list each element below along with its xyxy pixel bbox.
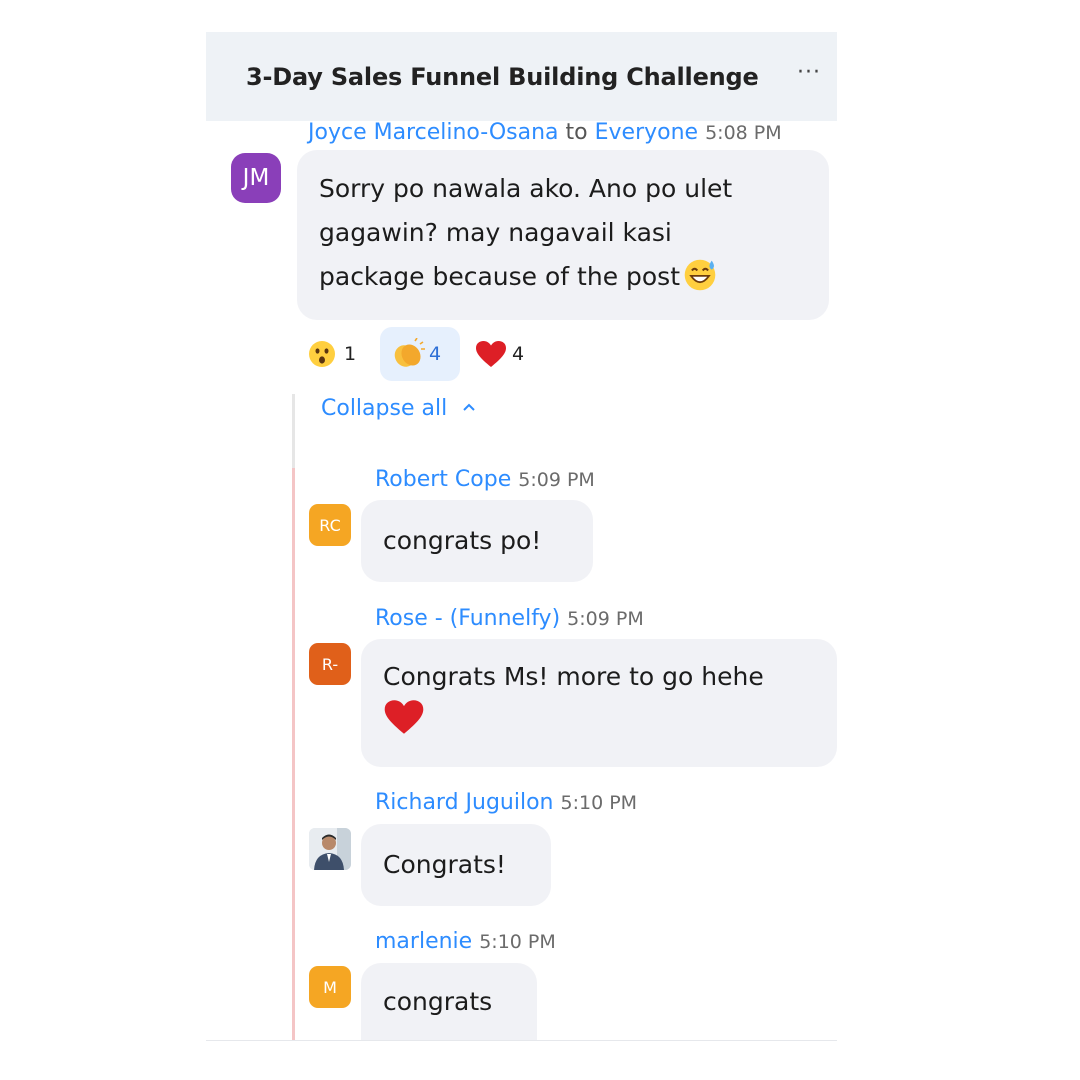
message-text: congrats	[383, 987, 493, 1016]
message-time: 5:09 PM	[518, 469, 595, 491]
user-photo-icon	[309, 828, 351, 870]
message-time: 5:09 PM	[567, 608, 644, 630]
message-bubble[interactable]: congrats	[361, 963, 537, 1040]
avatar-rc[interactable]: RC	[309, 504, 351, 546]
avatar-r[interactable]: R-	[309, 643, 351, 685]
sender-name[interactable]: Richard Juguilon	[375, 790, 554, 815]
thread-line	[292, 394, 295, 468]
reply-meta: marlenie 5:10 PM	[375, 929, 556, 954]
reaction-count: 4	[512, 343, 525, 365]
thread-line-active	[292, 468, 295, 1040]
recipient-name[interactable]: Everyone	[595, 120, 698, 145]
reaction-count: 4	[429, 343, 442, 365]
avatar-initials: R-	[321, 654, 339, 674]
avatar-photo[interactable]	[309, 828, 351, 870]
reaction-clapping[interactable]: 4	[380, 327, 460, 381]
message-bubble[interactable]: Congrats Ms! more to go hehe	[361, 639, 837, 767]
clapping-hands-icon	[394, 338, 425, 367]
message-text: Congrats!	[383, 850, 506, 879]
chat-title: 3-Day Sales Funnel Building Challenge	[246, 63, 759, 91]
chevron-up-icon	[463, 403, 475, 411]
red-heart-icon	[476, 341, 506, 367]
message-bubble[interactable]: congrats po!	[361, 500, 593, 582]
chat-panel: 3-Day Sales Funnel Building Challenge ··…	[206, 32, 837, 1041]
message-line: Sorry po nawala ako. Ano po ulet	[319, 174, 733, 203]
sender-name[interactable]: Joyce Marcelino-Osana	[308, 120, 559, 145]
reaction-count: 1	[344, 343, 357, 365]
avatar-m[interactable]: M	[309, 966, 351, 1008]
avatar-initials: M	[323, 977, 337, 997]
reaction-astonished[interactable]: 1	[307, 327, 367, 381]
message-meta: Joyce Marcelino-Osana to Everyone 5:08 P…	[308, 120, 782, 145]
to-label: to	[565, 120, 588, 145]
message-time: 5:08 PM	[705, 122, 782, 144]
more-options-button[interactable]: ···	[789, 58, 829, 88]
message-text: Congrats Ms! more to go hehe	[383, 662, 764, 691]
sender-name[interactable]: marlenie	[375, 929, 472, 954]
reaction-heart[interactable]: 4	[475, 327, 535, 381]
message-time: 5:10 PM	[560, 792, 638, 814]
chat-header: 3-Day Sales Funnel Building Challenge ··…	[206, 32, 837, 121]
avatar-initials: RC	[319, 515, 341, 535]
avatar-initials: JM	[242, 165, 270, 191]
message-text: congrats po!	[383, 526, 542, 555]
sender-name[interactable]: Robert Cope	[375, 467, 511, 492]
reply-meta: Rose - (Funnelfy) 5:09 PM	[375, 606, 644, 631]
collapse-all-button[interactable]: Collapse all	[321, 396, 476, 421]
grinning-sweat-emoji-icon	[684, 259, 716, 291]
message-time: 5:10 PM	[479, 931, 556, 953]
avatar-jm[interactable]: JM	[231, 153, 281, 203]
red-heart-icon	[384, 700, 424, 734]
message-line: gagawin? may nagavail kasi	[319, 218, 672, 247]
reply-meta: Richard Juguilon 5:10 PM	[375, 790, 637, 815]
message-bubble[interactable]: Congrats!	[361, 824, 551, 906]
message-line-last: package because of the post	[319, 255, 807, 299]
reply-meta: Robert Cope 5:09 PM	[375, 467, 595, 492]
collapse-all-label: Collapse all	[321, 396, 448, 421]
astonished-face-icon	[309, 341, 335, 367]
message-line: package because of the post	[319, 262, 681, 291]
message-bubble[interactable]: Sorry po nawala ako. Ano po ulet gagawin…	[297, 150, 829, 320]
sender-name[interactable]: Rose - (Funnelfy)	[375, 606, 560, 631]
